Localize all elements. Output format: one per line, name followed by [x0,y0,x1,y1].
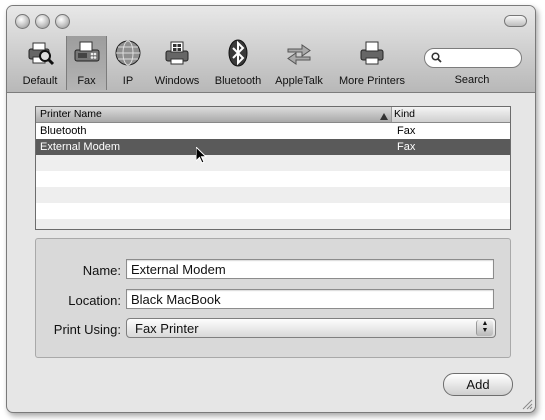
toolbar-windows-label: Windows [154,75,200,87]
empty-table-row [36,187,510,203]
column-header-printer-name-label: Printer Name [40,108,102,120]
toolbar-ip-button[interactable]: IP [113,36,143,90]
location-label: Location: [68,293,121,308]
empty-table-row [36,203,510,219]
toolbar-default-button[interactable]: Default [19,36,61,90]
printer-name-cell: External Modem [40,141,121,153]
printer-magnifier-icon [28,42,55,66]
toolbar-more-printers-button[interactable]: More Printers [333,36,411,90]
printer-kind-cell: Fax [397,141,416,153]
print-using-value: Fax Printer [135,321,199,336]
chevron-up-down-icon: ▲ ▼ [476,320,493,336]
empty-table-row [36,155,510,171]
name-field[interactable]: External Modem [126,259,494,279]
table-row[interactable]: Bluetooth Fax [36,123,510,139]
table-header: Printer Name Kind [36,107,510,123]
printer-details-panel: Name: External Modem Location: Black Mac… [35,238,511,358]
table-row-selected[interactable]: External Modem Fax [36,139,510,155]
printer-name-cell: Bluetooth [40,125,87,137]
printer-icon [360,41,384,65]
sort-ascending-icon[interactable] [380,111,388,123]
name-label: Name: [82,263,121,278]
toolbar-toggle-button[interactable] [504,15,527,27]
column-header-kind[interactable]: Kind [394,107,415,122]
globe-icon [115,40,141,66]
minimize-window-button[interactable] [35,14,50,29]
mouse-cursor-icon [196,147,208,164]
toolbar-bluetooth-label: Bluetooth [214,75,262,87]
empty-table-row [36,219,510,229]
toolbar-fax-label: Fax [77,75,96,87]
empty-table-row [36,171,510,187]
toolbar-bluetooth-button[interactable]: Bluetooth [210,36,266,90]
printer-browser-window: Default Fax IP Windows Bluetooth AppleTa… [6,5,536,413]
windows-printer-icon [165,41,189,65]
print-using-select[interactable]: Fax Printer ▲ ▼ [126,318,496,338]
close-window-button[interactable] [15,14,30,29]
fax-icon [74,41,99,62]
add-button[interactable]: Add [443,373,513,396]
toolbar-default-label: Default [22,75,58,87]
column-header-printer-name[interactable]: Printer Name [36,107,392,122]
toolbar-windows-button[interactable]: Windows [151,36,203,90]
search-icon [431,52,442,63]
printer-kind-cell: Fax [397,125,416,137]
toolbar-appletalk-label: AppleTalk [275,75,323,87]
location-field[interactable]: Black MacBook [126,289,494,309]
search-input[interactable] [424,48,522,68]
resize-grip-icon[interactable] [521,398,533,410]
printer-list-table[interactable]: Printer Name Kind Bluetooth Fax External… [35,106,511,230]
bluetooth-icon [228,39,248,67]
toolbar-fax-button[interactable]: Fax [66,36,107,90]
toolbar-more-printers-label: More Printers [338,75,406,87]
search-label: Search [454,74,490,86]
zoom-window-button[interactable] [55,14,70,29]
toolbar-ip-label: IP [122,75,134,87]
toolbar-appletalk-button[interactable]: AppleTalk [269,36,329,90]
print-using-label: Print Using: [53,322,121,337]
toolbar: Default Fax IP Windows Bluetooth AppleTa… [7,6,535,93]
appletalk-arrows-icon [287,44,311,65]
